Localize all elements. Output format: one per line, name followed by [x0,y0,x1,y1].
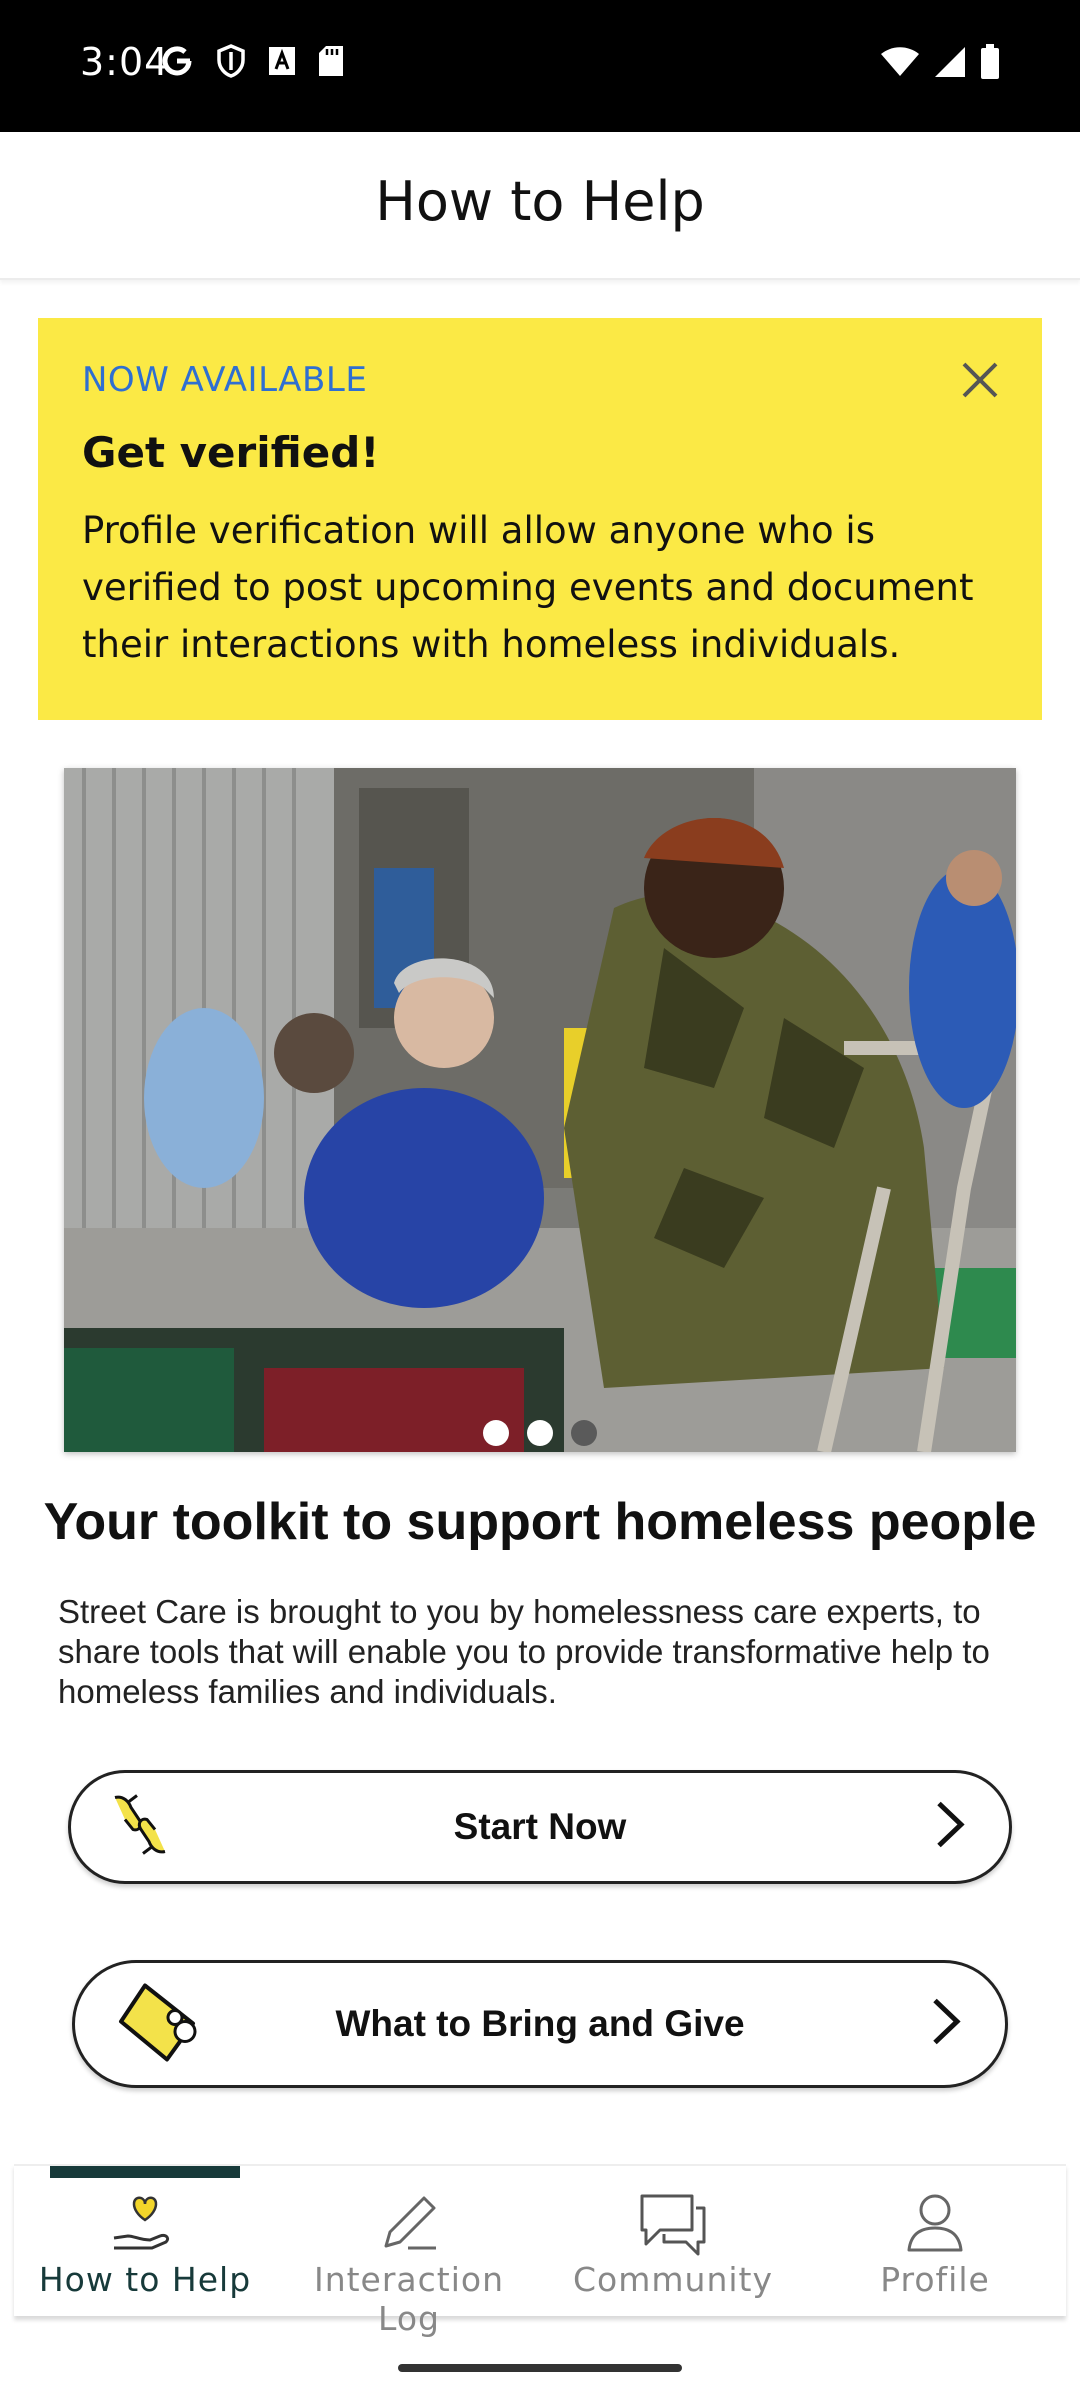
wifi-icon [881,47,919,76]
pencil-icon [378,2192,440,2259]
verification-banner: NOW AVAILABLE Get verified! Profile veri… [38,318,1042,720]
nav-item-how-to-help[interactable]: How to Help [20,2184,270,2314]
heart-hand-icon [110,2192,180,2257]
what-to-bring-label: What to Bring and Give [335,2003,745,2044]
carousel-dot-active[interactable] [527,1420,553,1446]
toolkit-description: Street Care is brought to you by homeles… [58,1593,990,1710]
home-indicator[interactable] [398,2364,682,2372]
app-header: How to Help [0,132,1080,280]
bottom-nav: How to Help Interaction Log Community Pr… [14,2164,1066,2338]
shield-icon [217,44,245,78]
signal-icon [935,47,965,77]
status-time: 3:04 [80,40,170,84]
status-bar: 3:04 [0,0,1080,132]
text-icon [269,47,295,75]
nav-item-community[interactable]: Community [548,2184,798,2314]
chevron-right-icon [935,1800,965,1855]
carousel-dot[interactable] [571,1420,597,1446]
nav-label: Interaction Log [313,2260,505,2338]
banner-eyebrow: NOW AVAILABLE [82,360,368,400]
start-now-button[interactable]: Start Now [68,1770,1012,1884]
nav-label: Community [573,2260,773,2299]
nav-label: Profile [880,2260,990,2299]
chevron-right-icon [931,1997,961,2052]
toolkit-title: Your toolkit to support homeless people [43,1493,1037,1551]
carousel-dot[interactable] [483,1420,509,1446]
status-icons-right [880,44,1000,80]
banner-heading: Get verified! [82,428,380,477]
banner-body: Profile verification will allow anyone w… [82,509,974,666]
chat-icon [638,2192,708,2263]
status-icons-left [160,44,344,78]
nav-item-profile[interactable]: Profile [810,2184,1060,2314]
nav-label: How to Help [38,2260,252,2299]
volunteer-photo [64,768,1016,1452]
image-carousel[interactable] [64,768,1016,1452]
nav-item-interaction-log[interactable]: Interaction Log [284,2184,534,2338]
nav-active-indicator [50,2166,240,2178]
sd-card-icon [319,46,343,76]
start-now-label: Start Now [453,1806,627,1847]
page-title: How to Help [375,170,705,233]
close-icon [962,362,998,398]
banner-close-button[interactable] [958,358,1002,402]
person-icon [905,2192,965,2259]
battery-icon [981,44,999,79]
google-icon [162,46,192,76]
carousel-dots [64,1420,1016,1446]
what-to-bring-button[interactable]: What to Bring and Give [72,1960,1008,2088]
